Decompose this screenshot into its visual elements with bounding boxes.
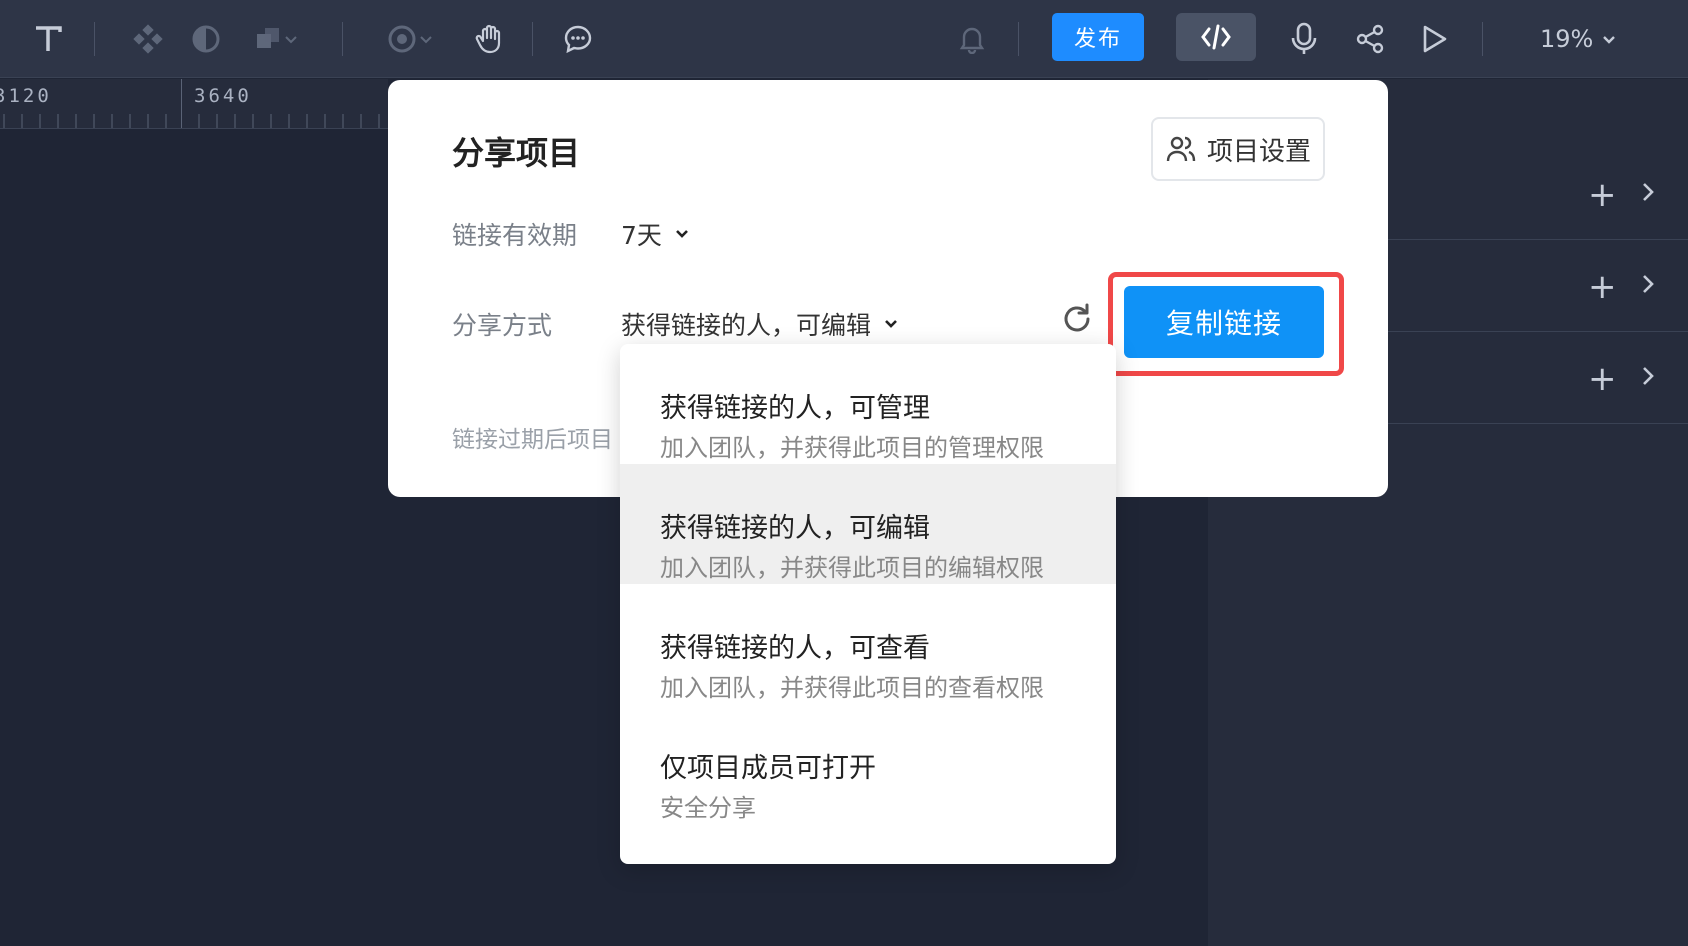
dialog-title: 分享项目: [452, 134, 581, 172]
ruler-label: 3640: [194, 85, 252, 107]
chevron-right-icon[interactable]: [1638, 180, 1658, 204]
boolean-icon[interactable]: [246, 0, 306, 78]
option-title: 获得链接的人，可管理: [660, 393, 930, 424]
dropdown-option-members-only[interactable]: 仅项目成员可打开 安全分享: [620, 704, 1116, 824]
dropdown-option-view[interactable]: 获得链接的人，可查看 加入团队，并获得此项目的查看权限: [620, 584, 1116, 704]
chevron-down-icon: [1603, 36, 1616, 44]
comment-icon[interactable]: [558, 0, 598, 78]
project-settings-label: 项目设置: [1206, 136, 1311, 167]
option-subtitle: 加入团队，并获得此项目的编辑权限: [660, 554, 1044, 582]
option-subtitle: 加入团队，并获得此项目的管理权限: [660, 434, 1044, 462]
option-subtitle: 加入团队，并获得此项目的查看权限: [660, 674, 1044, 702]
expiry-select[interactable]: 7天: [621, 216, 690, 252]
dropdown-option-manage[interactable]: 获得链接的人，可管理 加入团队，并获得此项目的管理权限: [620, 344, 1116, 464]
mic-icon[interactable]: [1284, 0, 1324, 78]
share-mode-dropdown: 获得链接的人，可管理 加入团队，并获得此项目的管理权限 获得链接的人，可编辑 加…: [620, 344, 1116, 864]
toolbar-divider: [1018, 22, 1019, 56]
project-settings-button[interactable]: 项目设置: [1151, 117, 1325, 181]
zoom-value: 19%: [1540, 25, 1594, 53]
horizontal-ruler: 3120 3640: [0, 79, 388, 129]
expiry-value: 7天: [621, 221, 662, 250]
zoom-select[interactable]: 19%: [1540, 0, 1640, 78]
ruler-label: 3120: [0, 85, 52, 107]
refresh-icon[interactable]: [1060, 302, 1094, 336]
toolbar-divider: [1482, 22, 1483, 56]
add-icon[interactable]: +: [1588, 362, 1617, 396]
chevron-right-icon[interactable]: [1638, 364, 1658, 388]
chevron-right-icon[interactable]: [1638, 272, 1658, 296]
publish-button[interactable]: 发布: [1052, 13, 1144, 61]
mask-icon[interactable]: [378, 0, 442, 78]
bell-icon[interactable]: [952, 0, 992, 78]
chevron-down-icon: [885, 320, 897, 328]
code-button[interactable]: [1176, 13, 1256, 61]
toolbar-divider: [342, 22, 343, 56]
ruler-ticks: [3, 114, 380, 128]
dropdown-option-edit[interactable]: 获得链接的人，可编辑 加入团队，并获得此项目的编辑权限: [620, 464, 1116, 584]
expiry-label: 链接有效期: [452, 221, 578, 250]
option-title: 仅项目成员可打开: [660, 753, 876, 784]
option-title: 获得链接的人，可查看: [660, 633, 930, 664]
chevron-down-icon: [675, 230, 688, 238]
component-icon[interactable]: [128, 0, 168, 78]
share-mode-select[interactable]: 获得链接的人，可编辑: [621, 306, 899, 342]
option-title: 获得链接的人，可编辑: [660, 513, 930, 544]
chevron-down-icon: [420, 36, 432, 44]
hand-icon[interactable]: [470, 0, 510, 78]
code-icon: [1201, 24, 1231, 50]
toolbar-divider: [94, 22, 95, 56]
option-subtitle: 安全分享: [660, 794, 756, 822]
share-mode-label: 分享方式: [452, 311, 553, 340]
chevron-down-icon: [285, 36, 297, 44]
add-icon[interactable]: +: [1588, 178, 1617, 212]
contrast-icon[interactable]: [186, 0, 226, 78]
users-icon: [1166, 136, 1196, 162]
text-icon[interactable]: [28, 0, 68, 78]
copy-link-button[interactable]: 复制链接: [1124, 286, 1324, 358]
expiry-note: 链接过期后项目: [452, 427, 613, 453]
share-icon[interactable]: [1350, 0, 1390, 78]
play-icon[interactable]: [1414, 0, 1454, 78]
share-mode-value: 获得链接的人，可编辑: [621, 311, 872, 340]
add-icon[interactable]: +: [1588, 270, 1617, 304]
top-toolbar: 发布 19%: [0, 0, 1688, 78]
toolbar-divider: [532, 22, 533, 56]
